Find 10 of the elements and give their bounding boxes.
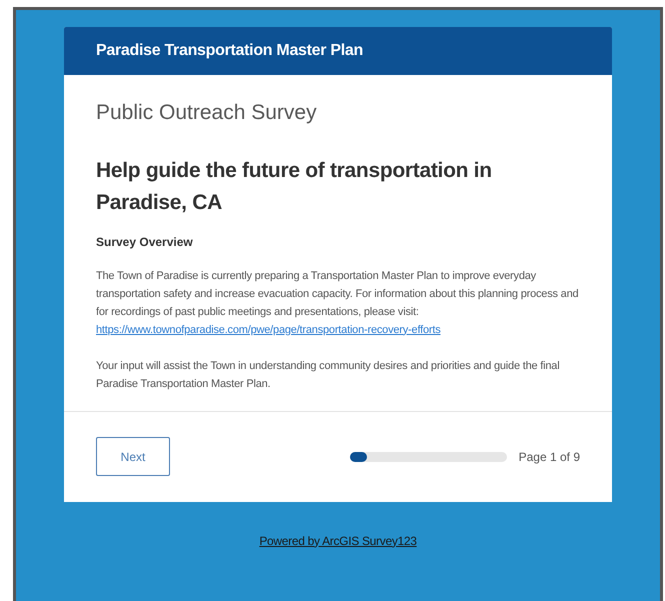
page-indicator: Page 1 of 9 bbox=[518, 448, 580, 466]
closing-paragraph: Your input will assist the Town in understanding community desires and priorities and guide the final Paradise Transportation Master Plan. bbox=[96, 358, 560, 392]
survey-title: Public Outreach Survey bbox=[96, 100, 317, 126]
intro-paragraph: The Town of Paradise is currently preparing a Transportation Master Plan to improve everyday transportation safety and increase evacuation capacity. For information about this planning process and for recordings of past public meetings and presentations, please visit: https://www.townofparadise.com/pwe/page/transportation-recovery-efforts bbox=[96, 268, 580, 338]
powered-by-link[interactable]: Powered by ArcGIS Survey123 bbox=[259, 532, 417, 550]
section-title: Survey Overview bbox=[96, 234, 193, 250]
next-button[interactable]: Next bbox=[96, 437, 170, 476]
page-heading: Help guide the future of transportation in Paradise, CA bbox=[96, 158, 493, 216]
info-link[interactable]: https://www.townofparadise.com/pwe/page/transportation-recovery-efforts bbox=[96, 324, 440, 336]
header-title: Paradise Transportation Master Plan bbox=[96, 41, 363, 61]
